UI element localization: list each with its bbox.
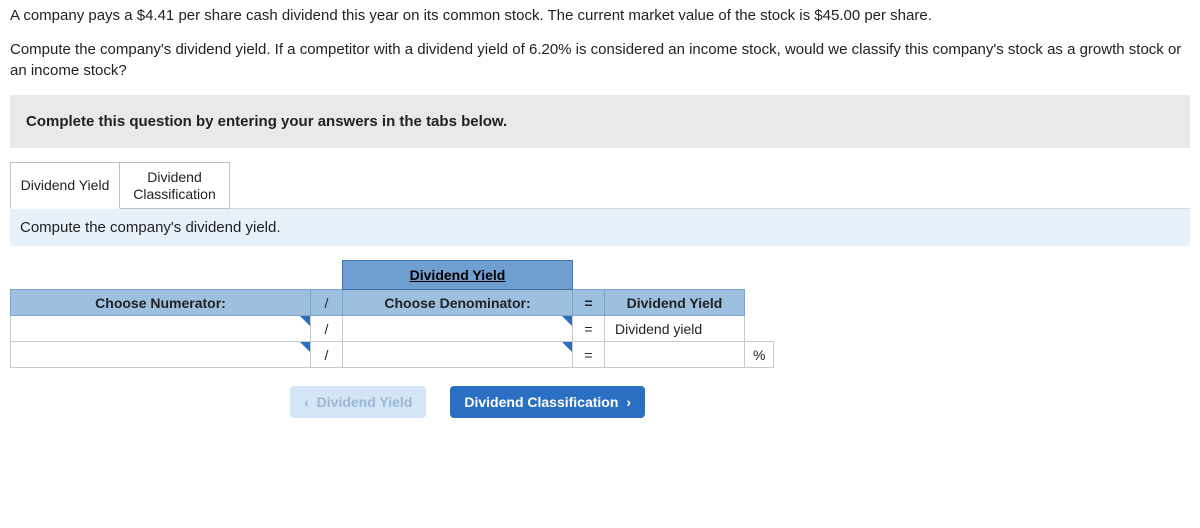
question-paragraph-2: Compute the company's dividend yield. If… <box>10 40 1190 81</box>
next-button-label: Dividend Classification <box>464 394 618 410</box>
numerator-value-dropdown[interactable] <box>11 342 311 368</box>
header-equals: = <box>573 290 605 316</box>
chevron-right-icon: › <box>626 394 631 410</box>
header-denominator: Choose Denominator: <box>343 290 573 316</box>
result-label: Dividend yield <box>605 316 745 342</box>
dropdown-flag-icon <box>300 316 310 326</box>
tab-dividend-yield[interactable]: Dividend Yield <box>10 162 120 210</box>
instruction-bar: Complete this question by entering your … <box>10 95 1190 148</box>
dropdown-flag-icon <box>300 342 310 352</box>
table-row: / = Dividend yield <box>11 316 774 342</box>
tab-label: Dividend Yield <box>21 177 110 194</box>
dropdown-flag-icon <box>562 316 572 326</box>
tab-dividend-classification[interactable]: Dividend Classification <box>120 162 230 210</box>
dropdown-flag-icon <box>562 342 572 352</box>
equals-cell: = <box>573 342 605 368</box>
slash-cell: / <box>311 342 343 368</box>
chevron-left-icon: ‹ <box>304 394 309 410</box>
denominator-value-dropdown[interactable] <box>343 342 573 368</box>
prev-button-label: Dividend Yield <box>317 394 413 410</box>
equals-cell: = <box>573 316 605 342</box>
header-numerator: Choose Numerator: <box>11 290 311 316</box>
tab-label-line1: Dividend <box>147 169 201 185</box>
header-result: Dividend Yield <box>605 290 745 316</box>
header-slash: / <box>311 290 343 316</box>
prev-button: ‹ Dividend Yield <box>290 386 426 418</box>
denominator-label-dropdown[interactable] <box>343 316 573 342</box>
tab-label-line2: Classification <box>133 186 215 202</box>
percent-label: % <box>745 342 774 368</box>
question-paragraph-1: A company pays a $4.41 per share cash di… <box>10 6 1190 26</box>
dividend-yield-table: Dividend Yield Choose Numerator: / Choos… <box>10 260 774 368</box>
next-button[interactable]: Dividend Classification › <box>450 386 645 418</box>
slash-cell: / <box>311 316 343 342</box>
tab-subheading: Compute the company's dividend yield. <box>10 208 1190 246</box>
result-value-input[interactable] <box>605 342 745 368</box>
numerator-label-dropdown[interactable] <box>11 316 311 342</box>
table-title: Dividend Yield <box>343 261 573 290</box>
table-row: / = % <box>11 342 774 368</box>
